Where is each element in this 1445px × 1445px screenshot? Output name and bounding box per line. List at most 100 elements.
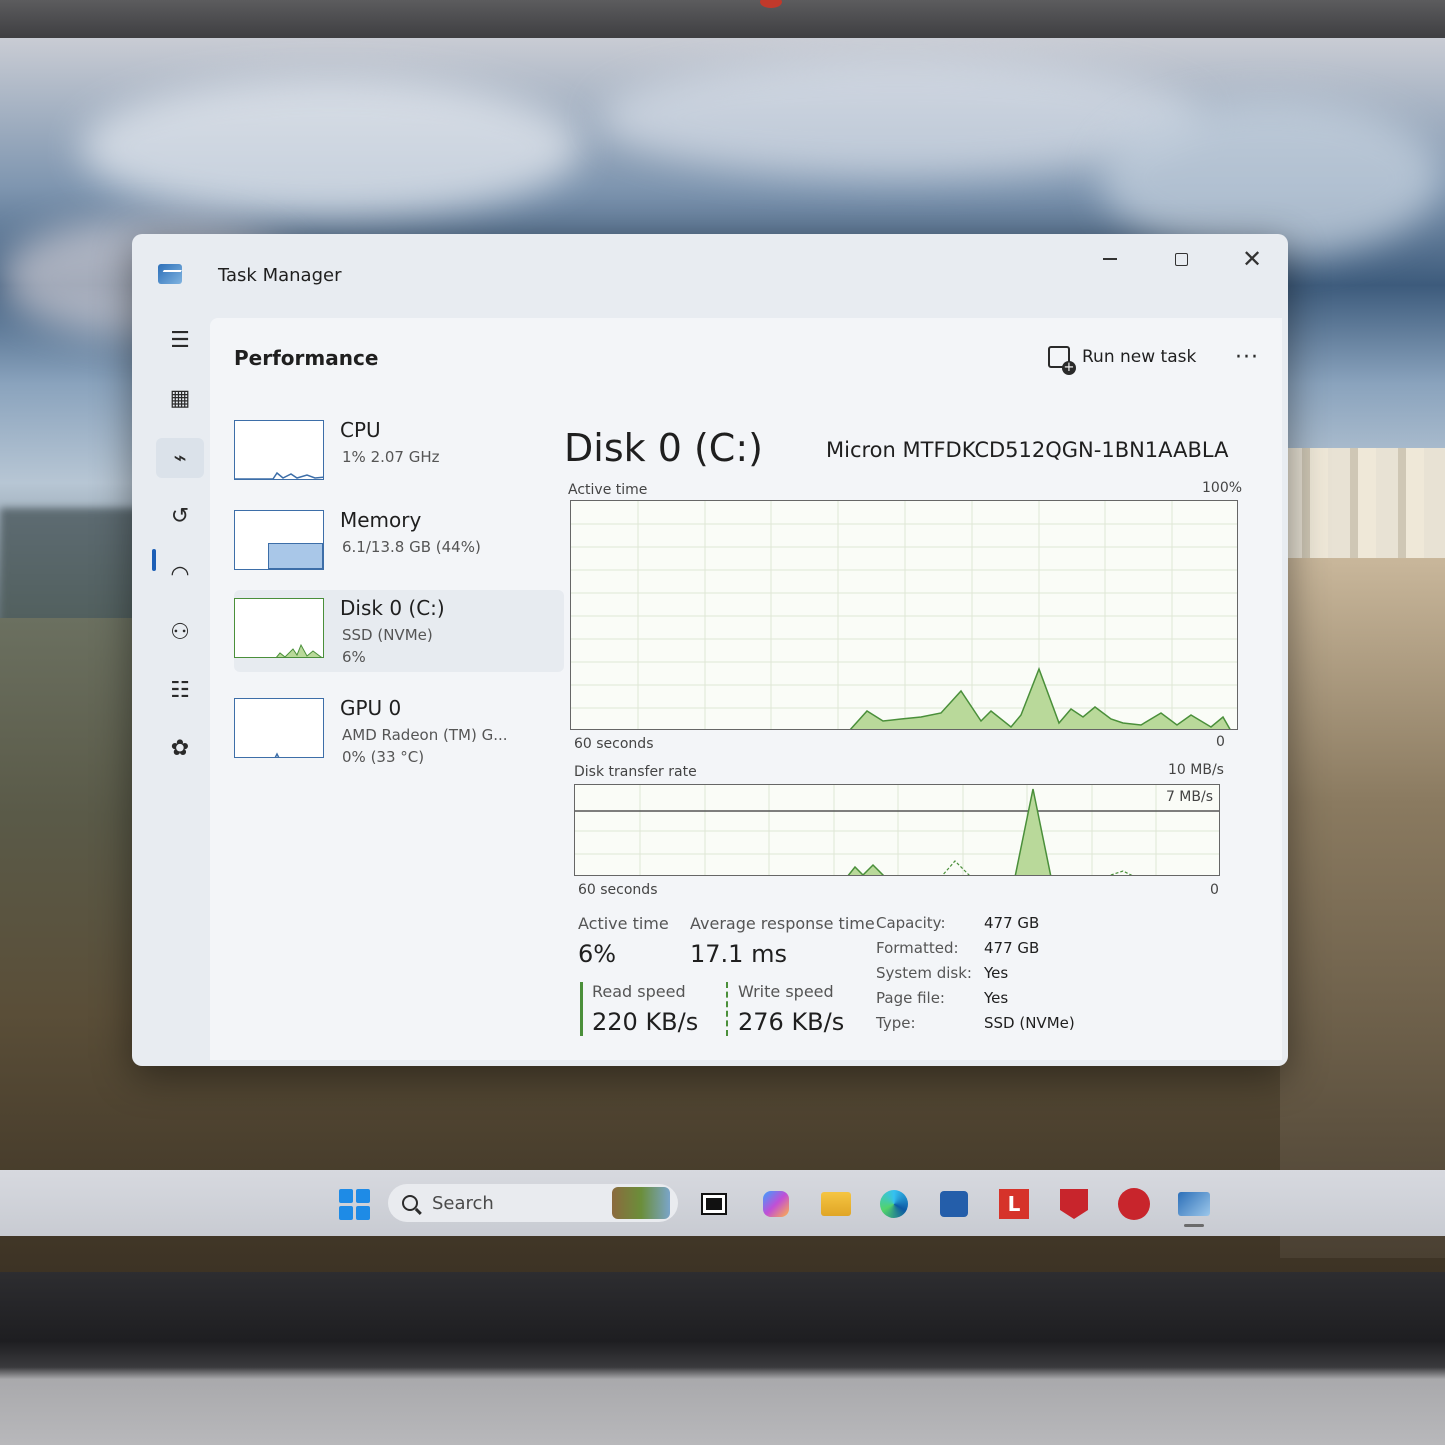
nav-details[interactable]: ☷	[156, 670, 204, 710]
app-history-icon: ↺	[170, 503, 190, 529]
active-time-graph	[570, 500, 1238, 730]
page-file-label: Page file:	[876, 989, 945, 1007]
cpu-thumbnail-graph	[234, 420, 324, 480]
gpu-thumbnail-graph	[234, 698, 324, 758]
file-explorer-button[interactable]	[820, 1188, 852, 1220]
device-stats: AMD Radeon (TM) G... 0% (33 °C)	[342, 724, 508, 768]
task-manager-window: Task Manager ✕ ☰ ▦ ⌁ ↺ ◠ ⚇ ☷ ✿ ⚙ Perform…	[132, 234, 1288, 1066]
close-icon: ✕	[1241, 245, 1263, 273]
performance-pane: Performance Run new task ··· CPU 1% 2.07…	[210, 318, 1282, 1060]
clipboard-app-button[interactable]	[1118, 1188, 1150, 1220]
device-gpu-0[interactable]: GPU 0 AMD Radeon (TM) G... 0% (33 °C)	[234, 690, 564, 772]
disk-mini-chart	[276, 643, 323, 657]
device-name: Disk 0 (C:)	[340, 596, 445, 620]
close-button[interactable]: ✕	[1229, 244, 1275, 274]
services-icon: ✿	[170, 735, 190, 761]
task-view-button[interactable]	[698, 1188, 730, 1220]
active-time-series	[849, 666, 1231, 729]
minimize-button[interactable]	[1087, 244, 1133, 274]
type-label: Type:	[876, 1014, 916, 1032]
task-manager-app-icon	[158, 264, 182, 284]
active-time-chart	[571, 501, 1237, 729]
maximize-icon	[1174, 252, 1188, 266]
capacity-value: 477 GB	[984, 914, 1040, 932]
mcafee-button[interactable]	[1058, 1188, 1090, 1220]
store-button[interactable]	[938, 1188, 970, 1220]
system-disk-value: Yes	[984, 964, 1009, 982]
webcam-indicator	[760, 0, 782, 8]
nav-users[interactable]: ⚇	[156, 612, 204, 652]
page-file-value: Yes	[984, 989, 1009, 1007]
lenovo-app-button[interactable]: L	[998, 1188, 1030, 1220]
seven-mb-label: 7 MB/s	[1165, 789, 1213, 805]
gpu-usage: 0% (33 °C)	[342, 748, 425, 766]
clipboard-app-icon	[1118, 1188, 1150, 1220]
lenovo-app-icon: L	[999, 1189, 1029, 1219]
search-highlight-art	[612, 1187, 670, 1219]
device-usage: 6%	[342, 648, 366, 666]
read-rate-series	[847, 788, 1052, 875]
copilot-button[interactable]	[760, 1188, 792, 1220]
device-stats: 1% 2.07 GHz	[342, 448, 440, 466]
device-disk-0[interactable]: Disk 0 (C:) SSD (NVMe) 6%	[234, 590, 564, 672]
transfer-rate-graph-label: Disk transfer rate	[574, 764, 697, 780]
run-new-task-button[interactable]: Run new task	[1040, 340, 1204, 375]
navigation-rail: ☰ ▦ ⌁ ↺ ◠ ⚇ ☷ ✿	[152, 320, 210, 1060]
transfer-rate-graph-max: 10 MB/s	[1168, 762, 1224, 778]
device-cpu[interactable]: CPU 1% 2.07 GHz	[234, 412, 564, 494]
minimize-icon	[1103, 258, 1117, 260]
capacity-label: Capacity:	[876, 914, 946, 932]
windows-start-icon	[338, 1188, 370, 1220]
formatted-label: Formatted:	[876, 939, 959, 957]
device-stats: 6.1/13.8 GB (44%)	[342, 538, 481, 556]
read-speed-label: Read speed	[592, 982, 686, 1001]
title-bar[interactable]: Task Manager ✕	[132, 234, 1288, 314]
mcafee-icon	[1060, 1189, 1088, 1219]
startup-icon: ◠	[170, 561, 190, 587]
device-name: GPU 0	[340, 696, 402, 720]
town-buildings	[1280, 448, 1445, 568]
edge-icon	[880, 1190, 908, 1218]
task-view-icon	[701, 1193, 727, 1215]
page-title: Performance	[234, 346, 379, 370]
memory-usage-fill	[268, 543, 323, 569]
disk-thumbnail-graph	[234, 598, 324, 658]
edge-button[interactable]	[878, 1188, 910, 1220]
hamburger-icon: ☰	[170, 327, 190, 353]
active-time-label: Active time	[578, 914, 669, 933]
write-speed-label: Write speed	[738, 982, 834, 1001]
start-button[interactable]	[338, 1188, 370, 1220]
type-value: SSD (NVMe)	[984, 1014, 1075, 1032]
disk-title: Disk 0 (C:)	[564, 426, 763, 470]
store-icon	[940, 1191, 968, 1217]
transfer-rate-chart	[575, 785, 1219, 875]
taskbar-search-box[interactable]: Search	[388, 1184, 678, 1222]
transfer-rate-x-left: 60 seconds	[578, 882, 658, 898]
running-indicator	[1184, 1224, 1204, 1227]
write-speed-legend	[726, 982, 728, 1036]
details-icon: ☷	[170, 677, 190, 703]
formatted-value: 477 GB	[984, 939, 1040, 957]
nav-app-history[interactable]: ↺	[156, 496, 204, 536]
avg-response-label: Average response time	[690, 914, 875, 933]
system-disk-label: System disk:	[876, 964, 972, 982]
active-nav-indicator	[152, 549, 156, 571]
bridge-cliff	[1280, 558, 1445, 1258]
nav-performance[interactable]: ⌁	[156, 438, 204, 478]
nav-startup-apps[interactable]: ◠	[156, 554, 204, 594]
disk-model: Micron MTFDKCD512QGN-1BN1AABLA	[826, 438, 1229, 462]
device-type: SSD (NVMe)	[342, 626, 433, 644]
copilot-icon	[763, 1191, 789, 1217]
task-manager-taskbar-button[interactable]	[1178, 1188, 1210, 1220]
more-options-button[interactable]: ···	[1230, 340, 1264, 374]
active-time-graph-max: 100%	[1202, 480, 1243, 496]
device-name: CPU	[340, 418, 381, 442]
nav-services[interactable]: ✿	[156, 728, 204, 768]
performance-icon: ⌁	[173, 445, 187, 471]
nav-processes[interactable]: ▦	[156, 378, 204, 418]
maximize-button[interactable]	[1158, 244, 1204, 274]
read-speed-legend	[580, 982, 583, 1036]
hamburger-menu-button[interactable]: ☰	[156, 320, 204, 360]
device-memory[interactable]: Memory 6.1/13.8 GB (44%)	[234, 502, 564, 584]
gpu-mini-chart	[274, 752, 280, 757]
